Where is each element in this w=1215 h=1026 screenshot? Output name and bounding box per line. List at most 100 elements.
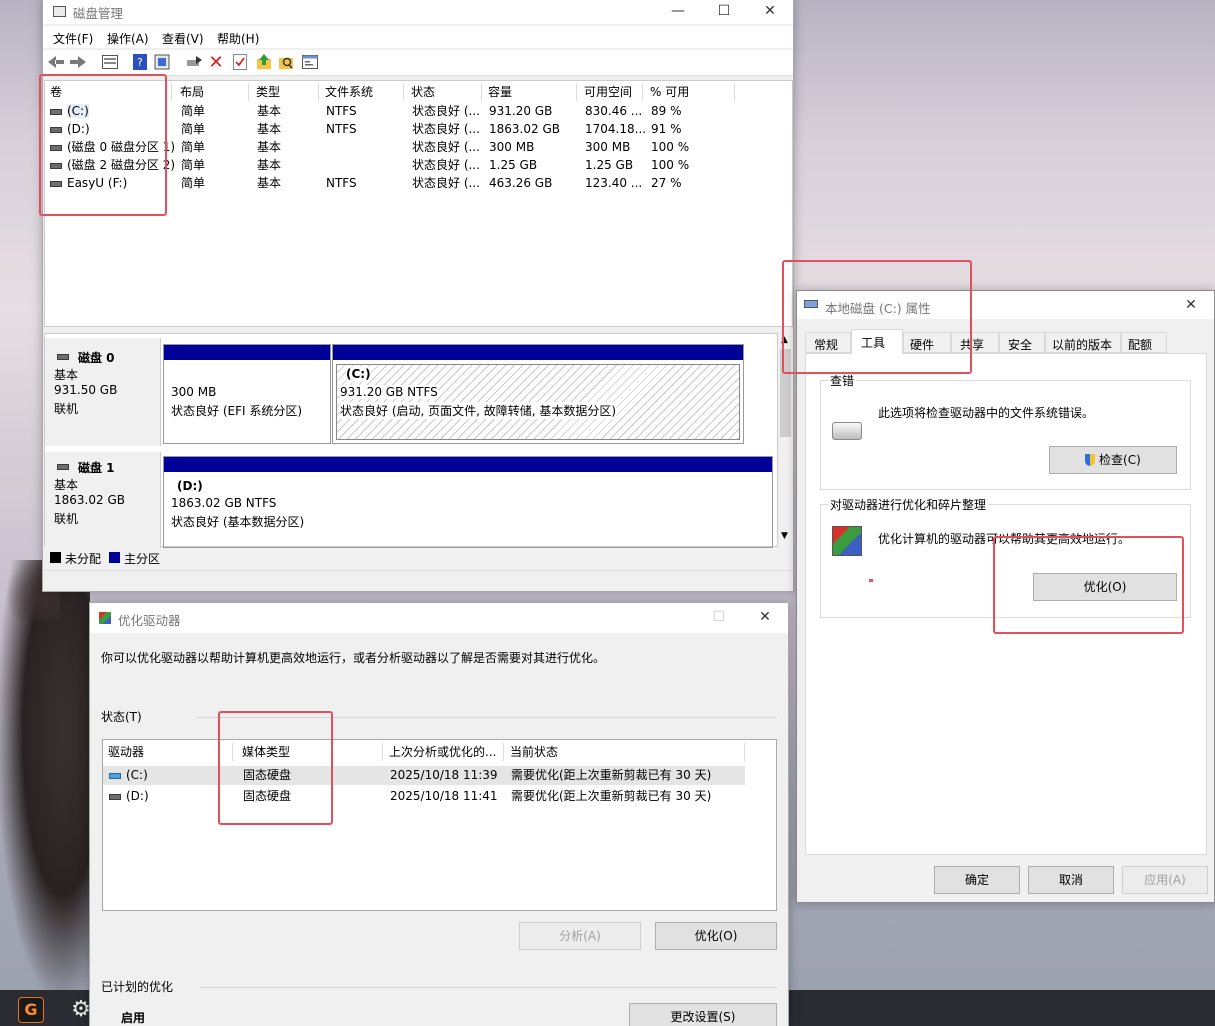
type-value: 基本 bbox=[257, 140, 282, 154]
scroll-thumb[interactable] bbox=[780, 349, 791, 437]
maximize-button[interactable]: ☐ bbox=[696, 606, 742, 630]
table-row[interactable]: (磁盘 2 磁盘分区 2) 简单 基本 状态良好 (... 1.25 GB 1.… bbox=[45, 156, 793, 174]
tab-general[interactable]: 常规 bbox=[805, 332, 851, 353]
refresh-icon[interactable] bbox=[185, 53, 203, 71]
disk-management-window: 磁盘管理 — ☐ ✕ 文件(F) 操作(A) 查看(V) 帮助(H) ? ✕ 卷… bbox=[42, 0, 794, 592]
disk-1-state: 联机 bbox=[54, 512, 79, 526]
free-value: 1704.18... bbox=[585, 122, 647, 136]
tab-strip: 常规 工具 硬件 共享 安全 以前的版本 配额 bbox=[805, 329, 1207, 354]
disk-1-name: 磁盘 1 bbox=[78, 461, 115, 475]
error-check-description: 此选项将检查驱动器中的文件系统错误。 bbox=[878, 406, 1095, 420]
menu-action[interactable]: 操作(A) bbox=[107, 30, 149, 47]
free-value: 123.40 ... bbox=[585, 176, 643, 190]
type-value: 基本 bbox=[257, 104, 282, 118]
legend-unallocated: 未分配 bbox=[65, 552, 102, 566]
red-dot bbox=[869, 579, 873, 582]
capacity-value: 931.20 GB bbox=[489, 104, 553, 118]
console-icon[interactable] bbox=[301, 53, 319, 71]
taskbar-app-icon[interactable]: G bbox=[18, 997, 44, 1023]
col-percent-free[interactable]: % 可用 bbox=[645, 83, 735, 101]
up-folder-icon[interactable] bbox=[255, 53, 273, 71]
partition-d-size: 1863.02 GB NTFS bbox=[171, 496, 277, 510]
col-media-type[interactable]: 媒体类型 bbox=[237, 743, 383, 761]
minimize-button[interactable]: — bbox=[655, 0, 701, 24]
analyze-button[interactable]: 分析(A) bbox=[519, 922, 641, 950]
delete-x-icon[interactable]: ✕ bbox=[207, 52, 225, 73]
disk-0-partition-c[interactable]: (C:) 931.20 GB NTFS 状态良好 (启动, 页面文件, 故障转储… bbox=[332, 344, 744, 444]
tab-security[interactable]: 安全 bbox=[999, 332, 1045, 353]
unallocated-swatch bbox=[50, 552, 61, 563]
cancel-button[interactable]: 取消 bbox=[1028, 866, 1114, 894]
forward-arrow-icon[interactable] bbox=[69, 53, 87, 71]
tab-quota[interactable]: 配额 bbox=[1121, 332, 1167, 353]
disk-1-partition-d[interactable]: (D:) 1863.02 GB NTFS 状态良好 (基本数据分区) bbox=[163, 456, 773, 548]
drive-name: (D:) bbox=[109, 787, 149, 805]
back-arrow-icon[interactable] bbox=[47, 53, 65, 71]
check-button[interactable]: 检查(C) bbox=[1049, 446, 1177, 474]
table-row[interactable]: (D:) 固态硬盘 2025/10/18 11:41 需要优化(距上次重新剪裁已… bbox=[103, 787, 745, 806]
tab-hardware[interactable]: 硬件 bbox=[903, 332, 951, 353]
tab-sharing[interactable]: 共享 bbox=[951, 332, 999, 353]
menu-file[interactable]: 文件(F) bbox=[53, 30, 93, 47]
apply-button[interactable]: 应用(A) bbox=[1122, 866, 1208, 894]
last-run: 2025/10/18 11:39 bbox=[390, 768, 498, 782]
scroll-down-icon[interactable]: ▼ bbox=[781, 531, 788, 541]
table-row[interactable]: (D:) 简单 基本 NTFS 状态良好 (... 1863.02 GB 170… bbox=[45, 120, 793, 138]
close-button[interactable]: ✕ bbox=[747, 0, 793, 24]
primary-partition-bar bbox=[164, 457, 772, 472]
col-current-status[interactable]: 当前状态 bbox=[505, 743, 745, 761]
col-last-run[interactable]: 上次分析或优化的... bbox=[384, 743, 504, 761]
menu-help[interactable]: 帮助(H) bbox=[217, 30, 259, 47]
free-value: 1.25 GB bbox=[585, 158, 634, 172]
window-title: 优化驱动器 bbox=[118, 613, 181, 628]
disk-0-size: 931.50 GB bbox=[54, 383, 118, 397]
efi-status: 状态良好 (EFI 系统分区) bbox=[171, 404, 303, 418]
table-row[interactable]: (磁盘 0 磁盘分区 1) 简单 基本 状态良好 (... 300 MB 300… bbox=[45, 138, 793, 156]
properties-check-icon[interactable] bbox=[231, 53, 249, 71]
help-icon[interactable]: ? bbox=[131, 53, 149, 71]
col-type[interactable]: 类型 bbox=[251, 83, 319, 101]
col-status[interactable]: 状态 bbox=[406, 83, 482, 101]
pct-value: 89 % bbox=[651, 104, 682, 118]
scroll-up-icon[interactable]: ▲ bbox=[781, 335, 788, 345]
disk-1-info[interactable]: 磁盘 1 基本 1863.02 GB 联机 bbox=[45, 452, 161, 548]
scheduled-label: 已计划的优化 bbox=[101, 980, 174, 994]
scheduled-state: 启用 bbox=[121, 1011, 146, 1025]
col-capacity[interactable]: 容量 bbox=[483, 83, 577, 101]
disk-0-type: 基本 bbox=[54, 368, 79, 382]
status-bar bbox=[43, 570, 793, 591]
ok-button[interactable]: 确定 bbox=[934, 866, 1020, 894]
menu-view[interactable]: 查看(V) bbox=[162, 30, 204, 47]
table-row[interactable]: EasyU (F:) 简单 基本 NTFS 状态良好 (... 463.26 G… bbox=[45, 174, 793, 192]
vertical-scrollbar[interactable]: ▲ ▼ bbox=[778, 333, 793, 547]
disk-0-info[interactable]: 磁盘 0 基本 931.50 GB 联机 bbox=[45, 338, 161, 446]
tab-previous-versions[interactable]: 以前的版本 bbox=[1045, 332, 1121, 353]
close-button[interactable]: ✕ bbox=[1168, 294, 1214, 318]
change-settings-button[interactable]: 更改设置(S) bbox=[629, 1003, 777, 1026]
col-filesystem[interactable]: 文件系统 bbox=[320, 83, 404, 101]
status-label: 状态(T) bbox=[101, 710, 142, 724]
primary-swatch bbox=[109, 552, 120, 563]
list-view-icon[interactable] bbox=[101, 53, 119, 71]
table-row[interactable]: (C:) 简单 基本 NTFS 状态良好 (... 931.20 GB 830.… bbox=[45, 102, 793, 120]
optimize-button[interactable]: 优化(O) bbox=[655, 922, 777, 950]
optimize-button[interactable]: 优化(O) bbox=[1033, 573, 1177, 601]
tab-tools[interactable]: 工具 bbox=[851, 329, 903, 354]
pct-value: 100 % bbox=[651, 158, 690, 172]
layout-value: 简单 bbox=[181, 104, 206, 118]
help-book-icon[interactable] bbox=[153, 53, 171, 71]
col-drive[interactable]: 驱动器 bbox=[103, 743, 233, 761]
current-status: 需要优化(距上次重新剪裁已有 30 天) bbox=[511, 768, 712, 782]
close-button[interactable]: ✕ bbox=[742, 606, 788, 630]
search-folder-icon[interactable] bbox=[277, 53, 295, 71]
pct-value: 100 % bbox=[651, 140, 690, 154]
col-layout[interactable]: 布局 bbox=[175, 83, 249, 101]
table-row[interactable]: (C:) 固态硬盘 2025/10/18 11:39 需要优化(距上次重新剪裁已… bbox=[103, 766, 745, 785]
pct-value: 91 % bbox=[651, 122, 682, 136]
maximize-button[interactable]: ☐ bbox=[701, 0, 747, 24]
capacity-value: 1863.02 GB bbox=[489, 122, 560, 136]
col-free[interactable]: 可用空间 bbox=[579, 83, 643, 101]
volume-name: (磁盘 0 磁盘分区 1) bbox=[50, 138, 175, 156]
disk-0-partition-efi[interactable]: 300 MB 状态良好 (EFI 系统分区) bbox=[163, 344, 331, 444]
col-volume[interactable]: 卷 bbox=[45, 83, 172, 101]
